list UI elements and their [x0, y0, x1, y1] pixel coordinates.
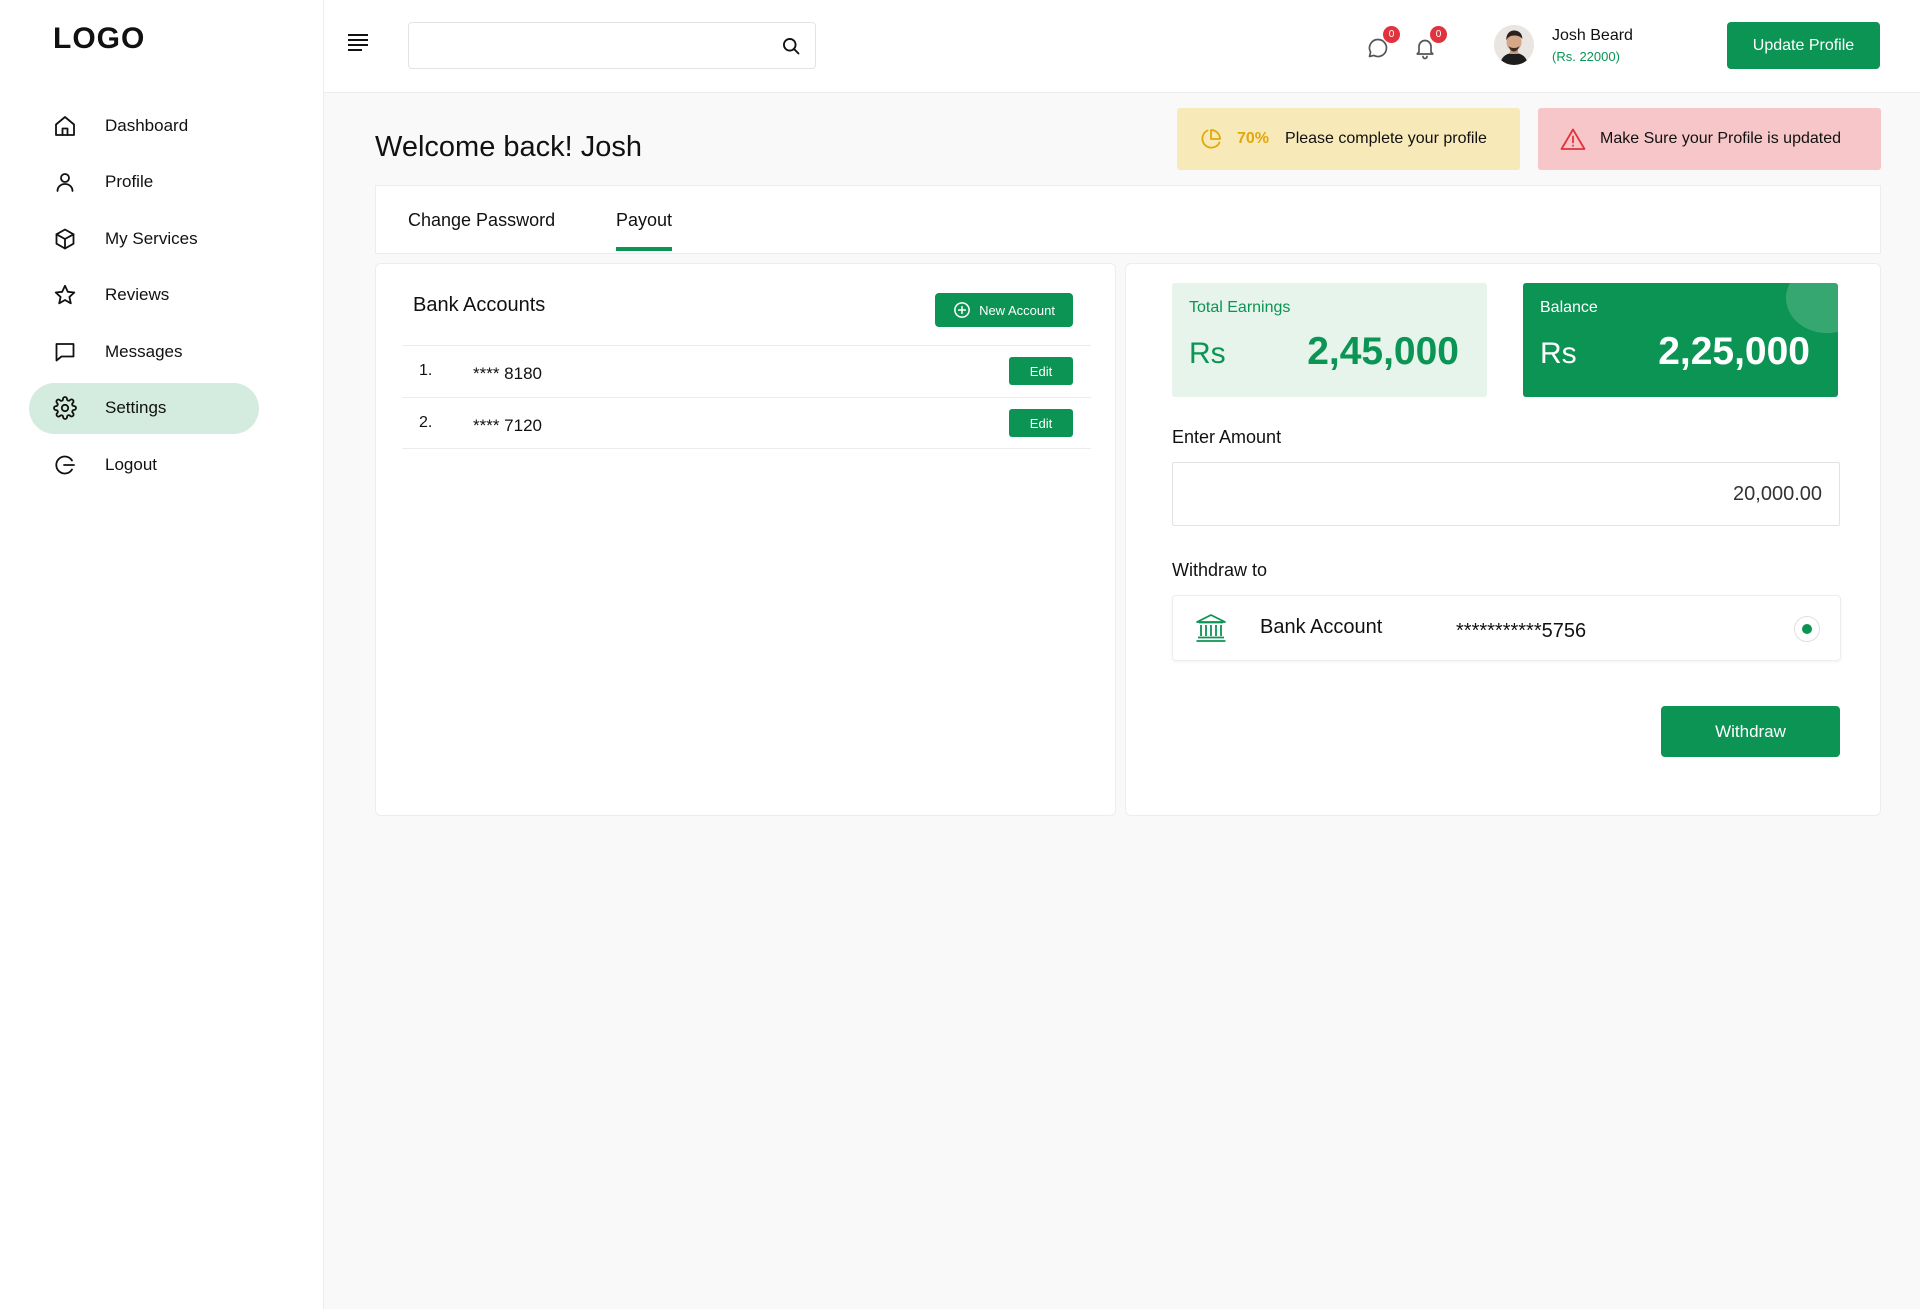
- balance-label: Balance: [1540, 299, 1598, 316]
- sidebar-item-label: Settings: [105, 398, 167, 417]
- sidebar-item-label: Messages: [105, 341, 183, 361]
- sidebar-item-label: Dashboard: [105, 115, 189, 135]
- sidebar-item-label: Profile: [105, 172, 154, 191]
- plus-circle-icon: [954, 302, 970, 318]
- logout-icon: [55, 455, 75, 474]
- messages-button[interactable]: 0: [1366, 26, 1400, 62]
- bank-accounts-title: Bank Accounts: [413, 294, 546, 316]
- user-name: Josh Beard: [1552, 27, 1633, 44]
- notifications-badge: 0: [1430, 26, 1447, 43]
- balance-card: Balance Rs 2,25,000: [1523, 283, 1838, 397]
- profile-progress-message: Please complete your profile: [1285, 130, 1487, 147]
- new-account-label: New Account: [979, 302, 1055, 318]
- topbar: 0 0 Josh Beard (Rs. 22000) Update Profil…: [324, 0, 1920, 93]
- user-icon: [56, 173, 74, 192]
- bank-account-number: **** 8180: [473, 364, 543, 383]
- tab-payout[interactable]: Payout: [616, 210, 673, 251]
- bank-account-row: 2. **** 7120 Edit: [402, 397, 1091, 449]
- sidebar-item-messages[interactable]: Messages: [29, 326, 259, 377]
- profile-alert-message: Make Sure your Profile is updated: [1600, 130, 1842, 147]
- pie-chart-icon: [1201, 129, 1221, 149]
- profile-alert-notice: Make Sure your Profile is updated: [1538, 108, 1881, 170]
- bank-account-number: **** 7120: [473, 416, 543, 435]
- amount-input[interactable]: [1173, 463, 1839, 525]
- edit-account-button[interactable]: Edit: [1009, 409, 1073, 437]
- sidebar-item-label: Logout: [105, 454, 157, 474]
- notifications-button[interactable]: 0: [1413, 26, 1447, 62]
- total-earnings-label: Total Earnings: [1189, 299, 1291, 316]
- sidebar-item-settings[interactable]: Settings: [29, 382, 259, 434]
- withdraw-option-bank[interactable]: Bank Account ***********5756: [1172, 595, 1841, 661]
- total-earnings-currency: Rs: [1189, 337, 1226, 370]
- new-account-button[interactable]: New Account: [935, 293, 1073, 327]
- sidebar-item-dashboard[interactable]: Dashboard: [29, 100, 259, 151]
- withdraw-option-label: Bank Account: [1260, 616, 1383, 638]
- logo: LOGO: [53, 22, 146, 55]
- tab-change-password[interactable]: Change Password: [408, 210, 555, 247]
- total-earnings-card: Total Earnings Rs 2,45,000: [1172, 283, 1487, 397]
- payout-card: Total Earnings Rs 2,45,000 Balance Rs 2,…: [1125, 263, 1881, 816]
- avatar[interactable]: [1494, 25, 1534, 65]
- decorative-circle: [1786, 283, 1838, 333]
- sidebar-item-my-services[interactable]: My Services: [29, 213, 259, 264]
- home-icon: [55, 115, 75, 136]
- sidebar-item-label: Reviews: [105, 285, 170, 304]
- user-balance: (Rs. 22000): [1552, 49, 1620, 64]
- bank-account-index: 1.: [419, 362, 433, 379]
- bank-accounts-card: Bank Accounts New Account 1. **** 8180 E…: [375, 263, 1116, 816]
- box-icon: [55, 228, 75, 249]
- search-box: [408, 22, 816, 69]
- amount-field-box: [1172, 462, 1840, 526]
- sidebar-item-label: My Services: [105, 228, 198, 248]
- edit-account-button[interactable]: Edit: [1009, 357, 1073, 385]
- search-input[interactable]: [409, 23, 749, 68]
- settings-tabs: Change Password Payout: [375, 185, 1881, 254]
- profile-progress-percent: 70%: [1237, 130, 1270, 147]
- bank-icon: [1196, 614, 1226, 642]
- balance-currency: Rs: [1540, 337, 1577, 370]
- radio-selected-dot: [1802, 624, 1812, 634]
- bank-account-row: 1. **** 8180 Edit: [402, 345, 1091, 397]
- balance-amount: 2,25,000: [1658, 330, 1810, 373]
- profile-progress-notice[interactable]: 70% Please complete your profile: [1177, 108, 1520, 170]
- menu-icon[interactable]: [348, 34, 370, 56]
- sidebar-item-reviews[interactable]: Reviews: [29, 270, 259, 321]
- sidebar-item-logout[interactable]: Logout: [29, 439, 259, 490]
- search-icon[interactable]: [781, 36, 801, 56]
- message-icon: [55, 342, 75, 361]
- sidebar: LOGO Dashboard Profile My Services Revie…: [0, 0, 324, 1309]
- avatar-image: [1494, 25, 1534, 65]
- withdraw-to-label: Withdraw to: [1172, 560, 1268, 580]
- gear-icon: [53, 396, 77, 420]
- page-title: Welcome back! Josh: [375, 131, 643, 163]
- messages-badge: 0: [1383, 26, 1400, 43]
- warning-icon: [1560, 128, 1586, 150]
- sidebar-nav: Dashboard Profile My Services Reviews Me…: [29, 100, 259, 496]
- withdraw-option-radio[interactable]: [1794, 616, 1820, 642]
- star-icon: [54, 284, 76, 305]
- sidebar-item-profile[interactable]: Profile: [29, 157, 259, 208]
- bank-account-index: 2.: [419, 414, 433, 431]
- withdraw-button[interactable]: Withdraw: [1661, 706, 1840, 757]
- update-profile-button[interactable]: Update Profile: [1727, 22, 1880, 69]
- withdraw-option-account: ***********5756: [1456, 620, 1587, 642]
- enter-amount-label: Enter Amount: [1172, 427, 1282, 447]
- total-earnings-amount: 2,45,000: [1307, 330, 1459, 373]
